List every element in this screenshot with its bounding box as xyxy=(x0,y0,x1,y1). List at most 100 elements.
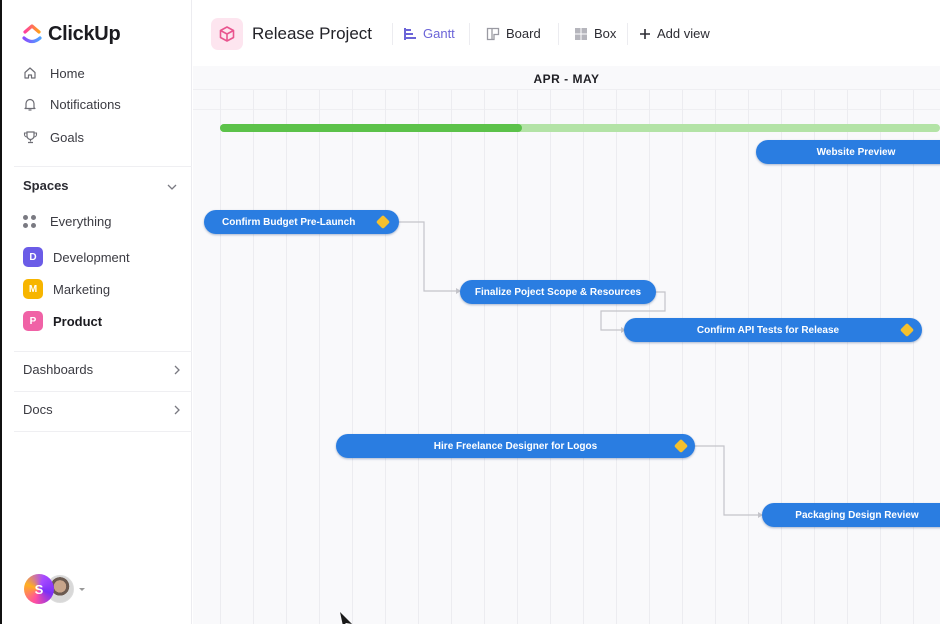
header-separator xyxy=(558,23,559,45)
caret-down-icon xyxy=(79,587,85,591)
task-bar[interactable]: Hire Freelance Designer for Logos xyxy=(336,434,695,458)
gridline xyxy=(682,90,683,624)
space-everything[interactable]: Everything xyxy=(23,214,111,229)
gridline xyxy=(913,90,914,624)
sidebar-divider xyxy=(14,391,192,392)
header-separator xyxy=(392,23,393,45)
docs-link[interactable]: Docs xyxy=(23,402,183,417)
space-marketing-label: Marketing xyxy=(53,281,111,297)
space-everything-label: Everything xyxy=(50,214,112,229)
project-progress-bar xyxy=(220,124,940,132)
task-label: Packaging Design Review xyxy=(795,509,919,521)
milestone-icon[interactable] xyxy=(673,438,689,454)
task-bar[interactable]: Finalize Poject Scope & Resources xyxy=(460,280,656,304)
box-grid-icon xyxy=(575,27,587,40)
app-name: ClickUp xyxy=(48,22,121,45)
nav-goals[interactable]: Goals xyxy=(22,129,84,145)
tab-gantt-label: Gantt xyxy=(423,26,455,41)
gridline xyxy=(847,90,848,624)
chevron-right-icon xyxy=(174,365,180,374)
cube-icon xyxy=(219,26,235,42)
bell-icon xyxy=(22,96,38,112)
gridline xyxy=(220,90,221,624)
gridline xyxy=(616,90,617,624)
gantt-timeline-header: APR - MAY xyxy=(193,66,940,90)
mouse-cursor-icon xyxy=(340,612,352,624)
board-icon xyxy=(486,27,500,40)
gridline xyxy=(583,90,584,624)
tab-board-label: Board xyxy=(506,26,541,41)
project-header: Release Project Gantt Board Box Add view xyxy=(193,0,940,66)
task-label: Confirm Budget Pre-Launch xyxy=(222,216,356,228)
gridline xyxy=(352,90,353,624)
task-label: Confirm API Tests for Release xyxy=(696,324,840,336)
gridline xyxy=(649,90,650,624)
everything-icon xyxy=(23,214,37,229)
task-label: Hire Freelance Designer for Logos xyxy=(433,440,598,452)
task-bar[interactable]: Website Preview xyxy=(756,140,940,164)
gridline xyxy=(286,90,287,624)
space-product-label: Product xyxy=(53,313,103,329)
gantt-icon xyxy=(404,27,416,40)
dashboards-label: Dashboards xyxy=(23,362,94,377)
milestone-icon[interactable] xyxy=(899,322,915,338)
nav-notifications-label: Notifications xyxy=(50,96,121,112)
clickup-logo[interactable]: ClickUp xyxy=(22,22,121,46)
project-icon xyxy=(211,18,243,50)
gridline xyxy=(781,90,782,624)
header-separator xyxy=(469,23,470,45)
tab-box[interactable]: Box xyxy=(574,26,616,41)
gridline xyxy=(418,90,419,624)
gridline xyxy=(748,90,749,624)
gridline xyxy=(385,90,386,624)
add-view-button[interactable]: Add view xyxy=(639,26,710,41)
nav-home[interactable]: Home xyxy=(22,65,85,81)
nav-home-label: Home xyxy=(50,65,85,81)
task-bar[interactable]: Packaging Design Review xyxy=(762,503,940,527)
gridline xyxy=(253,90,254,624)
app-window: ClickUp Home Notifications Goals Spaces … xyxy=(0,0,940,624)
sidebar-divider xyxy=(14,351,192,352)
add-view-label: Add view xyxy=(657,26,710,41)
gridline xyxy=(814,90,815,624)
sidebar-divider xyxy=(14,166,192,167)
clickup-logo-icon xyxy=(22,24,42,44)
tab-board[interactable]: Board xyxy=(486,26,541,41)
gantt-day-row xyxy=(193,90,940,110)
space-product[interactable]: P Product xyxy=(23,311,102,331)
dependency-line xyxy=(398,221,456,292)
space-development[interactable]: D Development xyxy=(23,247,130,267)
sidebar: ClickUp Home Notifications Goals Spaces … xyxy=(0,0,192,624)
task-label: Website Preview xyxy=(816,146,896,158)
task-bar[interactable]: Confirm API Tests for Release xyxy=(624,318,922,342)
page-title: Release Project xyxy=(252,24,373,43)
tab-box-label: Box xyxy=(594,26,617,41)
gridline xyxy=(517,90,518,624)
gantt-chart: APR - MAY Website Preview Confirm Budget… xyxy=(193,66,940,624)
tab-gantt[interactable]: Gantt xyxy=(403,26,455,41)
task-bar[interactable]: Confirm Budget Pre-Launch xyxy=(204,210,399,234)
gridline xyxy=(880,90,881,624)
user-menu[interactable]: S xyxy=(24,574,85,604)
gridline xyxy=(319,90,320,624)
space-badge-marketing: M xyxy=(23,279,43,299)
dashboards-link[interactable]: Dashboards xyxy=(23,362,183,377)
project-progress-fill xyxy=(220,124,523,132)
space-marketing[interactable]: M Marketing xyxy=(23,279,110,299)
gridline xyxy=(484,90,485,624)
chevron-right-icon xyxy=(174,405,180,414)
sidebar-divider xyxy=(14,431,192,432)
gridline xyxy=(451,90,452,624)
avatar: S xyxy=(24,574,54,604)
docs-label: Docs xyxy=(23,402,53,417)
task-label: Finalize Poject Scope & Resources xyxy=(474,286,642,298)
gantt-date-range: APR - MAY xyxy=(533,72,600,86)
header-separator xyxy=(627,23,628,45)
home-icon xyxy=(22,65,38,81)
milestone-icon[interactable] xyxy=(375,214,391,230)
space-badge-product: P xyxy=(23,311,43,331)
chevron-down-icon[interactable] xyxy=(165,180,179,194)
nav-notifications[interactable]: Notifications xyxy=(22,96,121,112)
space-badge-development: D xyxy=(23,247,43,267)
trophy-icon xyxy=(22,129,38,145)
